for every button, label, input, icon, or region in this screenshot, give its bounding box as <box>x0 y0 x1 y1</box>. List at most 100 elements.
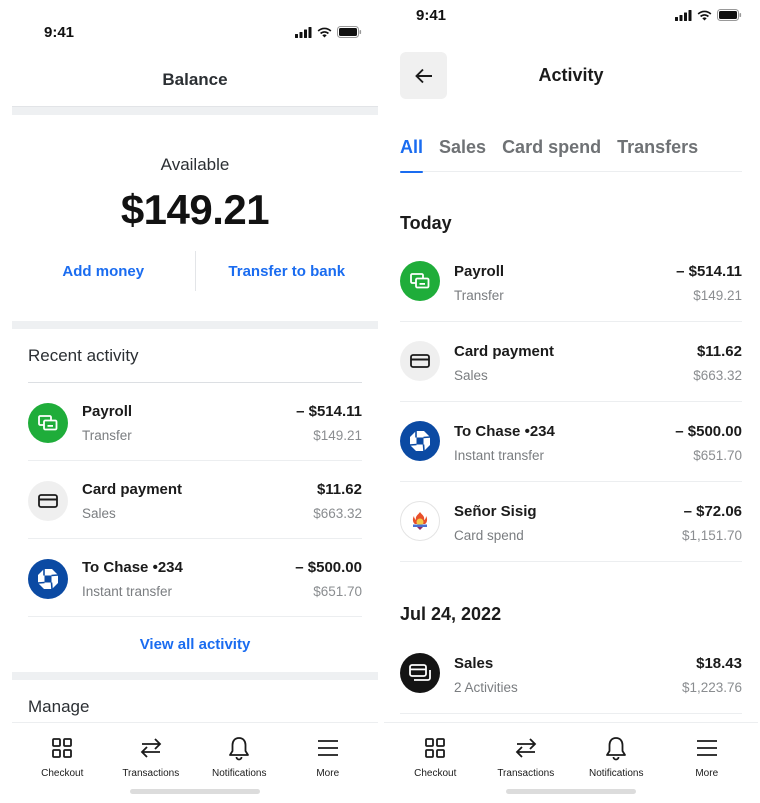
nav-label: Notifications <box>589 768 644 779</box>
activity-row[interactable]: To Chase •234 Instant transfer – $500.00… <box>400 402 742 482</box>
page-title: Balance <box>162 70 228 89</box>
bell-icon <box>228 735 250 761</box>
nav-item-notifications[interactable]: Notifications <box>198 735 280 779</box>
status-time: 9:41 <box>416 7 447 24</box>
activity-amount: $18.43 <box>696 655 742 672</box>
tab-card-spend[interactable]: Card spend <box>502 137 601 172</box>
activity-amount: – $500.00 <box>675 423 742 440</box>
nav-label: Checkout <box>414 768 457 779</box>
activity-row[interactable]: Sales 2 Activities $18.43 $1,223.76 <box>400 634 742 714</box>
section-divider <box>12 672 378 680</box>
activity-title: Card payment <box>454 343 555 360</box>
activity-row[interactable]: Payroll Transfer – $514.11 $149.21 <box>400 242 742 322</box>
chase-logo-icon <box>28 559 68 599</box>
activity-running-balance: $1,223.76 <box>681 680 742 695</box>
add-money-button[interactable]: Add money <box>12 263 195 280</box>
activity-subtitle: Card spend <box>454 528 524 543</box>
recent-activity-heading: Recent activity <box>28 346 139 365</box>
activity-row[interactable]: Card payment Sales $11.62 $663.32 <box>28 461 362 539</box>
stacked-cards-icon <box>400 653 440 693</box>
nav-label: Transactions <box>122 768 180 779</box>
transfer-to-bank-button[interactable]: Transfer to bank <box>196 263 379 280</box>
nav-item-more[interactable]: More <box>287 735 369 779</box>
tab-transfers[interactable]: Transfers <box>617 137 698 172</box>
activity-running-balance: $1,151.70 <box>681 528 742 543</box>
wifi-icon <box>317 27 332 37</box>
chase-logo-icon <box>400 421 440 461</box>
activity-running-balance: $651.70 <box>693 448 742 463</box>
bell-icon <box>605 735 627 761</box>
activity-list-jul-24: Sales 2 Activities $18.43 $1,223.76 <box>400 634 742 714</box>
battery-icon <box>717 9 742 21</box>
activity-running-balance: $663.32 <box>693 368 742 383</box>
nav-label: More <box>695 768 719 779</box>
nav-item-checkout[interactable]: Checkout <box>21 735 103 779</box>
status-bar: 9:41 <box>12 0 378 46</box>
balance-screen: 9:41 Balance Available $149.21 Add money… <box>12 0 378 803</box>
nav-label: Checkout <box>41 768 84 779</box>
activity-row[interactable]: Señor Sisig Card spend – $72.06 $1,151.7… <box>400 482 742 562</box>
activity-title: Payroll <box>454 263 505 280</box>
activity-tabs: All Sales Card spend Transfers <box>400 137 742 173</box>
activity-amount: – $500.00 <box>295 559 362 576</box>
card-icon <box>400 341 440 381</box>
recent-activity-list: Payroll Transfer – $514.11 $149.21 Card … <box>28 383 362 617</box>
nav-item-transactions[interactable]: Transactions <box>485 735 567 779</box>
activity-title: To Chase •234 <box>454 423 555 440</box>
nav-label: Transactions <box>497 768 555 779</box>
activity-amount: – $514.11 <box>676 263 742 280</box>
activity-row[interactable]: To Chase •234 Instant transfer – $500.00… <box>28 539 362 617</box>
date-group-heading: Today <box>400 213 452 233</box>
home-indicator[interactable] <box>506 789 636 794</box>
activity-subtitle: Transfer <box>454 288 504 303</box>
grid-icon <box>425 735 446 761</box>
available-balance: $149.21 <box>120 186 270 233</box>
nav-item-notifications[interactable]: Notifications <box>575 735 657 779</box>
grid-icon <box>52 735 73 761</box>
bottom-nav: Checkout Transactions Notifications More <box>12 722 378 803</box>
signal-icon <box>675 9 692 21</box>
nav-item-more[interactable]: More <box>666 735 748 779</box>
activity-running-balance: $663.32 <box>313 506 362 521</box>
nav-label: Notifications <box>212 768 267 779</box>
activity-subtitle: Sales <box>454 368 488 383</box>
activity-amount: $11.62 <box>316 481 362 498</box>
activity-screen: 9:41 Activity All Sales Card spend Trans… <box>384 0 758 803</box>
activity-title: Señor Sisig <box>454 503 537 520</box>
activity-title: Payroll <box>82 403 133 420</box>
bottom-nav: Checkout Transactions Notifications More <box>384 722 758 803</box>
status-icons <box>675 9 742 21</box>
card-icon <box>28 481 68 521</box>
activity-list-today: Payroll Transfer – $514.11 $149.21 Card … <box>400 242 742 562</box>
activity-title: Card payment <box>82 481 183 498</box>
view-all-activity-link[interactable]: View all activity <box>12 636 378 653</box>
signal-icon <box>295 26 312 38</box>
activity-title: Sales <box>454 655 494 672</box>
activity-title: To Chase •234 <box>82 559 183 576</box>
activity-amount: $11.62 <box>696 343 742 360</box>
nav-label: More <box>316 768 340 779</box>
balance-actions: Add money Transfer to bank <box>12 251 378 291</box>
page-title: Activity <box>538 65 604 85</box>
activity-amount: – $72.06 <box>683 503 742 520</box>
home-indicator[interactable] <box>130 789 260 794</box>
activity-row[interactable]: Card payment Sales $11.62 $663.32 <box>400 322 742 402</box>
status-bar: 9:41 <box>384 0 758 46</box>
transfer-cards-icon <box>28 403 68 443</box>
swap-arrows-icon <box>140 735 162 761</box>
activity-running-balance: $149.21 <box>693 288 742 303</box>
activity-subtitle: Sales <box>82 506 116 521</box>
tab-all[interactable]: All <box>400 137 424 173</box>
activity-subtitle: Instant transfer <box>82 584 173 599</box>
nav-item-transactions[interactable]: Transactions <box>110 735 192 779</box>
section-divider <box>12 106 378 115</box>
wifi-icon <box>697 10 712 20</box>
transfer-cards-icon <box>400 261 440 301</box>
tab-sales[interactable]: Sales <box>439 137 486 172</box>
activity-row[interactable]: Payroll Transfer – $514.11 $149.21 <box>28 383 362 461</box>
activity-subtitle: 2 Activities <box>454 680 518 695</box>
activity-running-balance: $651.70 <box>313 584 362 599</box>
status-time: 9:41 <box>44 24 75 41</box>
nav-item-checkout[interactable]: Checkout <box>394 735 476 779</box>
menu-icon <box>317 735 339 761</box>
